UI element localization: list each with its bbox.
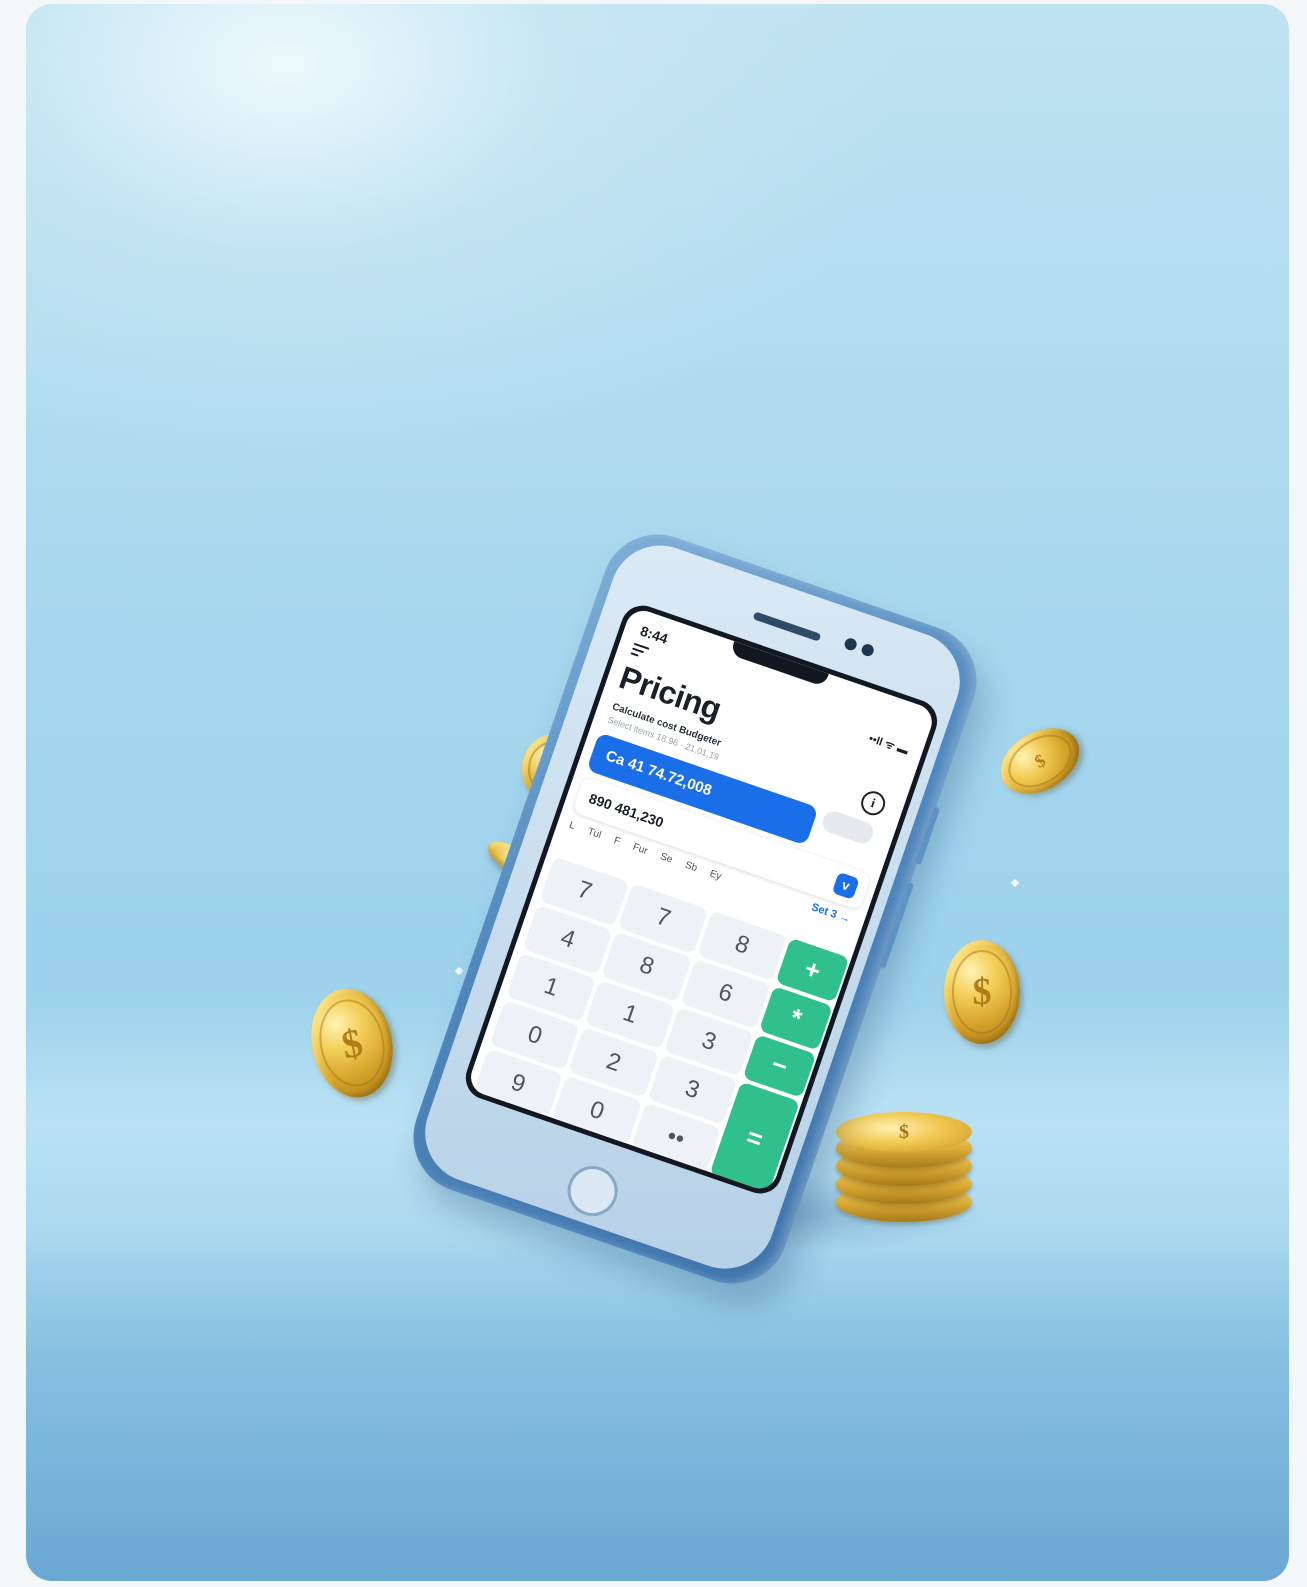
notch — [729, 641, 829, 688]
day-label[interactable]: L — [568, 820, 577, 832]
day-label[interactable]: Sb — [683, 860, 698, 874]
day-label[interactable]: Se — [659, 851, 674, 865]
coin-icon: $ — [989, 714, 1091, 808]
select-value: 890 481,230 — [586, 790, 666, 831]
menu-icon[interactable] — [629, 642, 650, 662]
background-card: $ $ $ $ $ $ $ $ $ — [26, 4, 1289, 1581]
day-label[interactable]: Ey — [708, 868, 723, 882]
info-icon[interactable]: i — [857, 787, 889, 819]
status-time: 8:44 — [638, 622, 670, 647]
status-icons: ••ll ᯤ ▬ — [867, 732, 910, 758]
home-button[interactable] — [560, 1159, 625, 1223]
speaker-grille — [752, 611, 822, 642]
day-label[interactable]: Fur — [631, 842, 649, 857]
day-label[interactable]: Tul — [586, 826, 602, 841]
coin-icon: $ — [944, 940, 1020, 1044]
sparkle — [1010, 878, 1020, 888]
camera-icon — [843, 636, 876, 658]
calculator-keypad: 7 7 8 + 4 8 6 * 1 1 3 − 0 2 3 = 9 0 •• — [473, 856, 850, 1194]
coin-stack-icon: $ — [836, 1112, 972, 1224]
sparkle — [454, 966, 464, 976]
day-label[interactable]: F — [612, 835, 621, 847]
chevron-down-icon[interactable]: v — [831, 871, 860, 900]
